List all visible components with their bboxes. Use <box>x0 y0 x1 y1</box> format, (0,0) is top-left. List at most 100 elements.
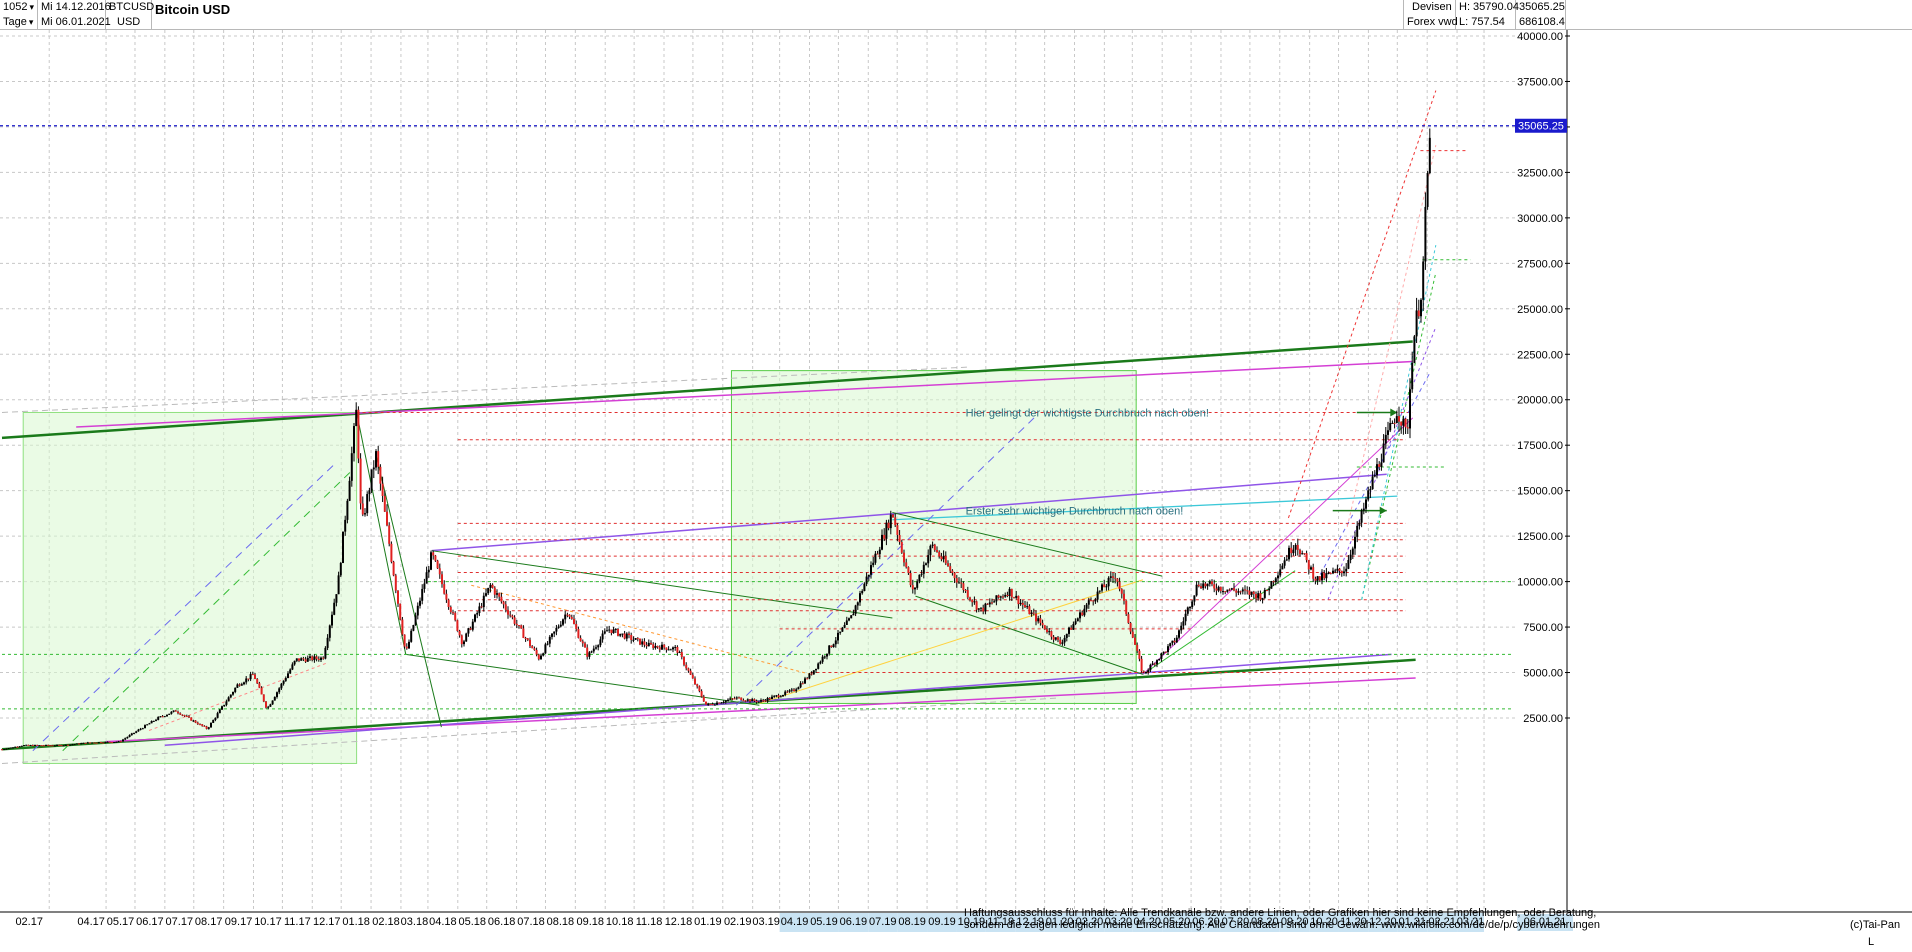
candle-body <box>16 746 19 748</box>
candle-body <box>751 699 754 702</box>
candle-body <box>658 647 661 650</box>
candle-body <box>797 687 800 690</box>
candle-body <box>379 466 382 484</box>
candle-body <box>1296 544 1299 551</box>
interval-selector[interactable]: Tage <box>3 15 37 30</box>
candle-body <box>1233 588 1235 591</box>
candle-body <box>122 739 124 742</box>
candle-body <box>287 673 289 679</box>
high-value: H: 35790.04 <box>1459 1 1519 13</box>
candle-body <box>1193 595 1196 602</box>
candle-body <box>322 657 325 659</box>
candle-body <box>1107 577 1110 587</box>
x-axis: 02.17 04.17 05.17 06.17 07.17 08.17 09.17 10.17… <box>0 911 1912 932</box>
candle-body <box>1422 261 1425 300</box>
candle-body <box>1129 622 1132 632</box>
candle-body <box>786 691 789 693</box>
candle-body <box>460 635 463 645</box>
candle-body <box>3 749 6 751</box>
candle-body <box>339 562 342 576</box>
quote-info: 35065.25 686108.4 <box>1516 0 1566 30</box>
candle-body <box>1081 612 1084 616</box>
candle-body <box>170 711 173 714</box>
bars-count-selector[interactable]: 1052 Tage <box>0 0 38 30</box>
candle-body <box>916 581 919 588</box>
candle-body <box>205 726 208 729</box>
candle-body <box>1239 591 1242 593</box>
candle-body <box>216 713 219 718</box>
candle-body <box>755 700 758 703</box>
candle-body <box>1138 650 1141 659</box>
candle-body <box>1015 595 1018 598</box>
candle-body <box>531 646 534 649</box>
candle-body <box>914 587 916 590</box>
candle-body <box>146 724 149 726</box>
candle-body <box>463 641 465 645</box>
candle-body <box>401 619 404 635</box>
candle-body <box>830 645 833 648</box>
candle-body <box>1028 606 1031 615</box>
candle-body <box>1189 607 1191 609</box>
candle-body <box>1411 362 1414 390</box>
candle-body <box>498 593 501 597</box>
candle-body <box>282 680 285 684</box>
candle-body <box>148 723 151 725</box>
candle-body <box>584 643 586 648</box>
candle-body <box>931 544 934 546</box>
candle-body <box>1004 594 1007 597</box>
candle-body <box>1076 618 1079 622</box>
candle-body <box>848 618 850 621</box>
candle-body <box>126 736 129 739</box>
candle-body <box>166 714 168 717</box>
candle-body <box>102 742 105 744</box>
candle-body <box>1371 476 1374 490</box>
candle-body <box>386 511 388 526</box>
candle-body <box>828 645 831 654</box>
symbol-info: BTCUSD USD <box>106 0 154 30</box>
candle-body <box>1274 578 1277 583</box>
candle-body <box>1338 568 1341 571</box>
candle-body <box>115 741 118 743</box>
candle-body <box>654 645 657 649</box>
candle-body <box>117 741 120 743</box>
candle-body <box>685 664 688 669</box>
candle-body <box>298 658 300 661</box>
candle-body <box>1046 629 1048 633</box>
candle-body <box>478 606 481 613</box>
candle-body <box>317 658 320 660</box>
candle-body <box>711 704 714 706</box>
bars-count[interactable]: 1052 <box>3 0 37 15</box>
candle-body <box>1096 591 1099 600</box>
candle-body <box>20 745 23 747</box>
candle-body <box>1318 576 1321 581</box>
candle-body <box>390 543 393 562</box>
candle-body <box>815 668 817 671</box>
candle-body <box>518 625 520 627</box>
candle-body <box>861 590 864 594</box>
candle-body <box>1420 299 1422 317</box>
candle-body <box>971 599 974 603</box>
price-chart[interactable]: 2500.00 5000.00 7500.00 10000.00 12500.00 150… <box>0 30 1912 952</box>
candle-body <box>45 744 47 746</box>
candle-body <box>161 716 164 718</box>
candle-body <box>155 719 157 721</box>
candle-body <box>667 649 670 651</box>
candle-body <box>878 549 881 555</box>
arrow-head <box>1379 506 1387 515</box>
candle-body <box>1248 590 1251 595</box>
candle-body <box>905 562 908 568</box>
candle-body <box>872 562 875 566</box>
candle-body <box>199 724 201 726</box>
x-tick-label: 05.18 <box>458 916 486 928</box>
candle-body <box>887 522 890 529</box>
x-tick-label: 05.19 <box>810 916 838 928</box>
candle-body <box>782 694 784 697</box>
candle-body <box>353 426 355 454</box>
candle-body <box>982 607 985 612</box>
candle-body <box>18 746 21 748</box>
candle-body <box>1261 597 1264 600</box>
candle-body <box>141 728 144 730</box>
candle-body <box>551 633 553 637</box>
candle-body <box>434 555 437 561</box>
last-price-label: 35065.25 <box>1518 121 1564 133</box>
